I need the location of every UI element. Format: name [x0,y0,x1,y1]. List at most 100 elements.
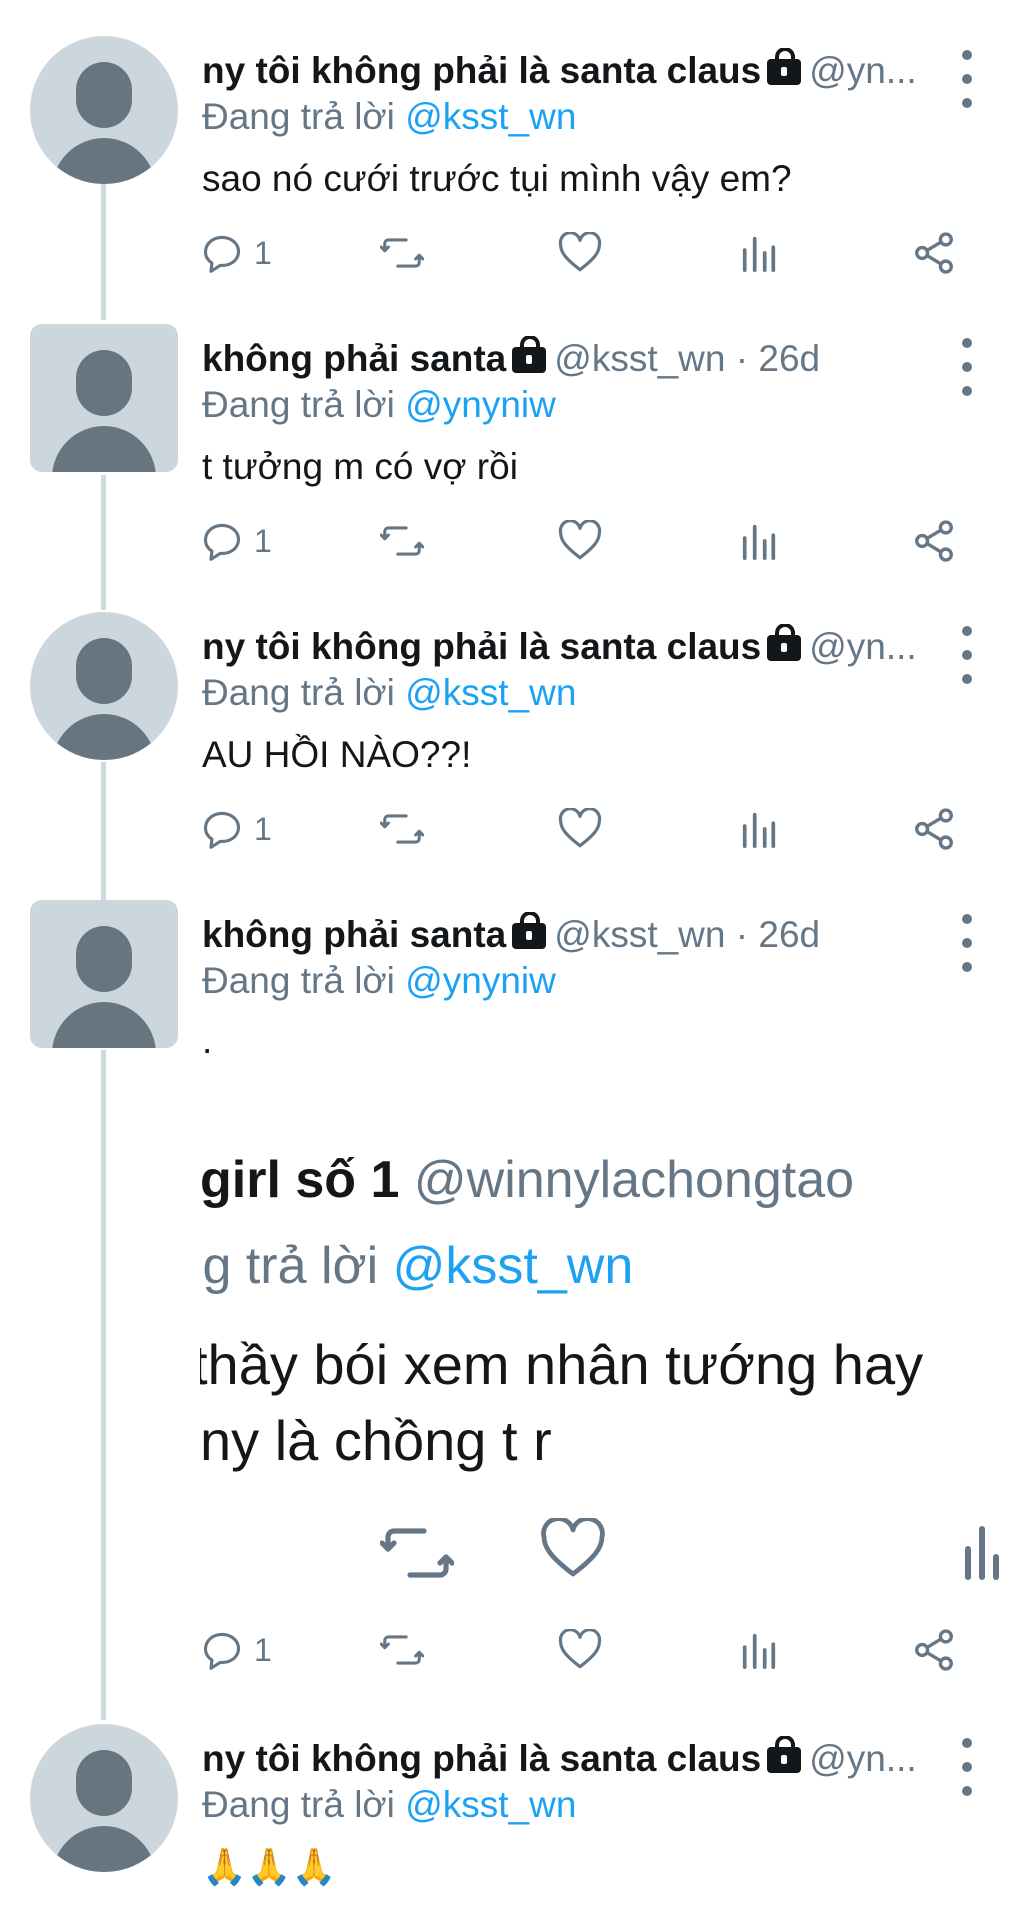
display-name[interactable]: không phải santa [202,914,506,955]
reply-button[interactable]: 1 [200,1620,272,1680]
tweet-text: sao nó cưới trước tụi mình vậy em? [202,158,792,199]
like-icon [558,520,602,562]
like-button[interactable] [558,799,602,859]
embedded-reply-mention: @ksst_wn [392,1237,634,1295]
like-button[interactable] [558,223,602,283]
reply-prefix: Đang trả lời [202,384,406,425]
reply-mention-link[interactable]: @ksst_wn [405,96,576,137]
reply-count: 1 [254,522,272,559]
reply-context: Đang trả lời @ynyniw [202,958,556,1004]
retweet-button[interactable] [380,223,424,283]
analytics-button[interactable] [740,1620,778,1680]
reply-button[interactable]: 1 [200,511,272,571]
reply-icon [200,231,244,275]
retweet-icon [380,809,424,849]
tweet[interactable]: không phải santa @ksst_wn · 26d Đang trả … [0,318,1027,578]
tweet-text: 🙏🙏🙏 [202,1846,337,1887]
like-button[interactable] [558,1620,602,1680]
embedded-retweet-icon [380,1528,454,1578]
like-icon [558,1629,602,1671]
tweet-actions: 1 [0,799,1027,859]
embedded-analytics-icon [965,1526,999,1580]
share-button[interactable] [912,511,956,571]
avatar[interactable] [30,36,178,184]
reply-mention-link[interactable]: @ksst_wn [405,1784,576,1825]
embedded-reply-prefix: ıg trả lời [200,1237,393,1295]
reply-context: Đang trả lời @ynyniw [202,382,556,428]
tweet-actions: 1 [0,223,1027,283]
share-button[interactable] [912,799,956,859]
retweet-button[interactable] [380,1620,424,1680]
share-icon [912,807,956,851]
display-name[interactable]: không phải santa [202,338,506,379]
analytics-button[interactable] [740,511,778,571]
reply-prefix: Đang trả lời [202,1784,406,1825]
retweet-button[interactable] [380,511,424,571]
display-name[interactable]: ny tôi không phải là santa claus [202,1738,761,1779]
analytics-button[interactable] [740,799,778,859]
reply-prefix: Đang trả lời [202,96,406,137]
tweet-text: AU HỒI NÀO??! [202,734,472,775]
tweet[interactable]: ny tôi không phải là santa claus @yn... Đ… [0,30,1027,290]
embedded-display-name: girl số 1 [200,1151,400,1209]
tweet-text: . [202,1020,213,1061]
user-handle: @yn... [809,1738,917,1779]
display-name[interactable]: ny tôi không phải là santa claus [202,626,761,667]
share-icon [912,231,956,275]
analytics-icon [740,521,778,561]
analytics-button[interactable] [740,223,778,283]
reply-mention-link[interactable]: @ksst_wn [405,672,576,713]
embedded-screenshot[interactable]: girl số 1 @winnylachongtao ıg trả lời @k… [200,1140,1027,1610]
reply-icon [200,1628,244,1672]
retweet-icon [380,233,424,273]
tweet[interactable]: ny tôi không phải là santa claus @yn... Đ… [0,1718,1027,1920]
tweet-header: ny tôi không phải là santa claus @yn... [202,1736,942,1782]
more-icon[interactable] [958,626,978,688]
like-button[interactable] [558,511,602,571]
avatar[interactable] [30,1724,178,1872]
user-handle: @yn... [809,50,917,91]
reply-count: 1 [254,810,272,847]
tweet-text: t tưởng m có vợ rồi [202,446,518,487]
tweet-header: ny tôi không phải là santa claus @yn... [202,48,942,94]
share-icon [912,519,956,563]
reply-prefix: Đang trả lời [202,960,406,1001]
embedded-reply-context: ıg trả lời @ksst_wn [200,1236,633,1296]
embedded-like-icon [541,1518,605,1577]
avatar[interactable] [30,324,178,472]
more-icon[interactable] [958,914,978,976]
tweet-header: không phải santa @ksst_wn · 26d [202,336,942,382]
avatar[interactable] [30,900,178,1048]
display-name[interactable]: ny tôi không phải là santa claus [202,50,761,91]
more-icon[interactable] [958,1738,978,1800]
more-icon[interactable] [958,338,978,400]
reply-context: Đang trả lời @ksst_wn [202,670,576,716]
reply-mention-link[interactable]: @ynyniw [405,960,556,1001]
retweet-button[interactable] [380,799,424,859]
tweet-actions: 1 [0,511,1027,571]
user-handle: @ksst_wn · 26d [554,914,821,955]
embedded-handle: @winnylachongtao [413,1151,855,1209]
reply-context: Đang trả lời @ksst_wn [202,94,576,140]
tweet-header: ny tôi không phải là santa claus @yn... [202,624,942,670]
analytics-icon [740,809,778,849]
reply-button[interactable]: 1 [200,799,272,859]
reply-icon [200,519,244,563]
lock-icon [512,912,547,949]
reply-mention-link[interactable]: @ynyniw [405,384,556,425]
analytics-icon [740,233,778,273]
tweet-header: không phải santa @ksst_wn · 26d [202,912,942,958]
embedded-header: girl số 1 @winnylachongtao [200,1150,854,1210]
share-button[interactable] [912,1620,956,1680]
tweet[interactable]: ny tôi không phải là santa claus @yn... Đ… [0,606,1027,866]
embedded-text-line: ny là chồng t r [200,1409,552,1472]
share-button[interactable] [912,223,956,283]
lock-icon [512,336,547,373]
more-icon[interactable] [958,50,978,112]
reply-count: 1 [254,234,272,271]
like-icon [558,232,602,274]
reply-button[interactable]: 1 [200,223,272,283]
avatar[interactable] [30,612,178,760]
share-icon [912,1628,956,1672]
user-handle: @ksst_wn · 26d [554,338,821,379]
